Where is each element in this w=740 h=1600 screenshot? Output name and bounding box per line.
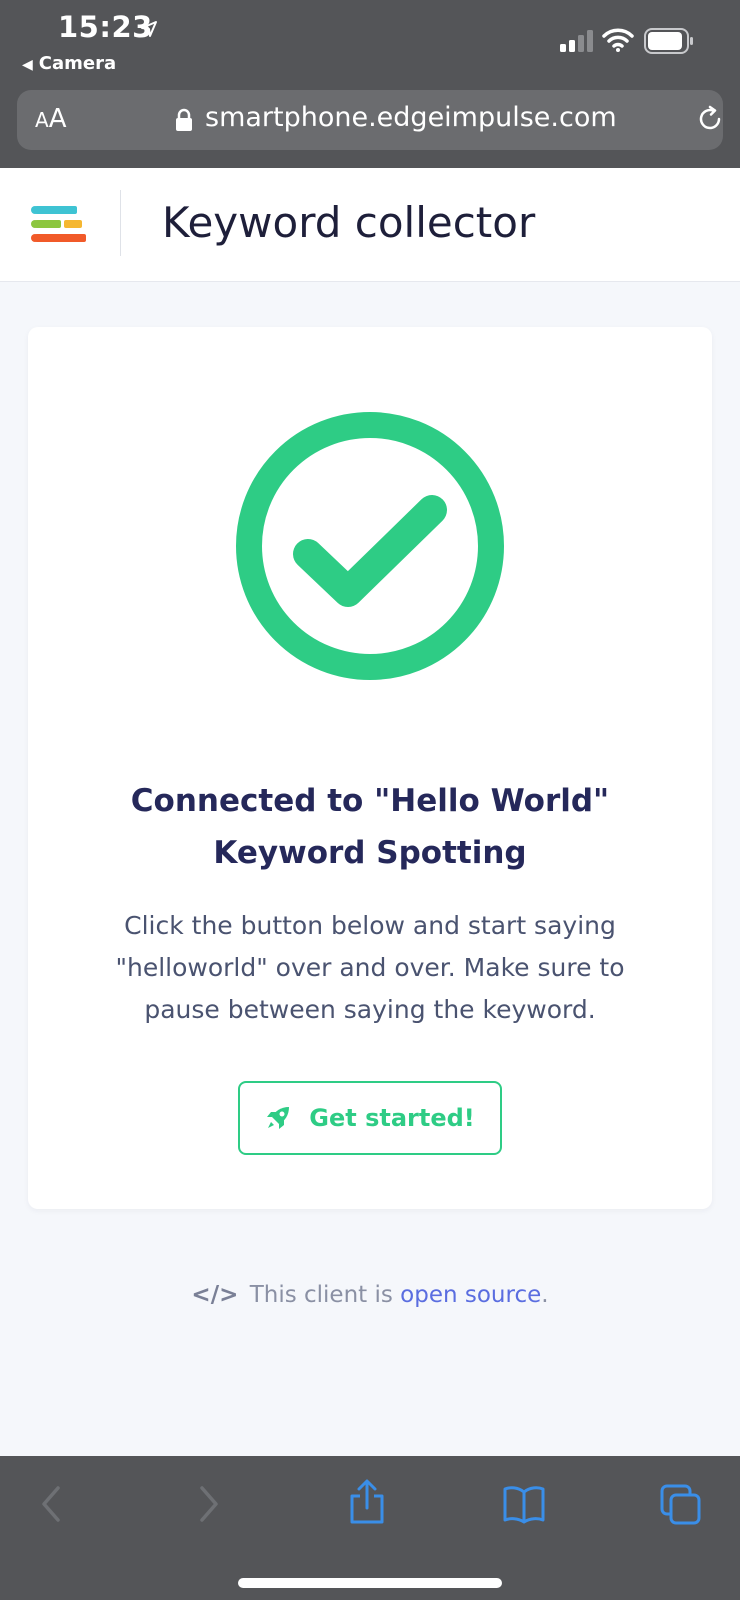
- footer-note: </> This client is open source.: [0, 1282, 740, 1308]
- back-triangle-icon: ◀: [22, 57, 33, 73]
- reload-icon[interactable]: [695, 104, 725, 134]
- instruction-text: Click the button below and start saying …: [88, 905, 652, 1031]
- chevron-left-icon[interactable]: [38, 1484, 64, 1524]
- open-source-link[interactable]: open source: [400, 1282, 541, 1308]
- wifi-icon: [602, 28, 634, 52]
- edge-impulse-logo: [31, 206, 86, 242]
- header-divider: [120, 190, 121, 256]
- desc-line-2: "helloworld" over and over. Make sure to: [115, 953, 625, 982]
- connection-heading: Connected to "Hello World" Keyword Spott…: [68, 775, 672, 879]
- heading-line-2: Keyword Spotting: [213, 835, 527, 871]
- chevron-right-icon[interactable]: [196, 1484, 222, 1524]
- check-circle-icon: [236, 412, 504, 680]
- code-icon: </>: [191, 1282, 239, 1308]
- rocket-icon: [267, 1107, 290, 1129]
- footer-suffix: .: [541, 1282, 549, 1308]
- footer-prefix: This client is: [249, 1282, 393, 1308]
- location-arrow-icon: [141, 21, 157, 37]
- status-time: 15:23: [58, 10, 153, 44]
- cell-signal-icon: [560, 30, 593, 52]
- battery-icon: [644, 28, 693, 54]
- desc-line-1: Click the button below and start saying: [124, 911, 616, 940]
- desc-line-3: pause between saying the keyword.: [144, 995, 596, 1024]
- app-header: Keyword collector: [0, 168, 740, 282]
- browser-top-chrome: 15:23 ◀ Camera AA smartphone.edgeimpulse…: [0, 0, 740, 168]
- url-bar[interactable]: AA smartphone.edgeimpulse.com: [17, 90, 723, 150]
- status-card: Connected to "Hello World" Keyword Spott…: [28, 327, 712, 1209]
- url-text[interactable]: smartphone.edgeimpulse.com: [205, 102, 617, 133]
- heading-line-1: Connected to "Hello World": [130, 783, 610, 819]
- book-icon[interactable]: [502, 1484, 546, 1524]
- tabs-icon[interactable]: [660, 1484, 702, 1526]
- lock-icon: [176, 108, 192, 131]
- get-started-label: Get started!: [309, 1104, 475, 1132]
- page-title: Keyword collector: [162, 198, 536, 247]
- get-started-button[interactable]: Get started!: [238, 1081, 502, 1155]
- share-icon[interactable]: [348, 1478, 386, 1526]
- back-to-app-link[interactable]: ◀ Camera: [22, 53, 116, 74]
- browser-bottom-toolbar: [0, 1456, 740, 1600]
- back-app-label: Camera: [38, 53, 117, 74]
- text-size-button[interactable]: AA: [35, 104, 66, 134]
- home-indicator[interactable]: [238, 1578, 502, 1588]
